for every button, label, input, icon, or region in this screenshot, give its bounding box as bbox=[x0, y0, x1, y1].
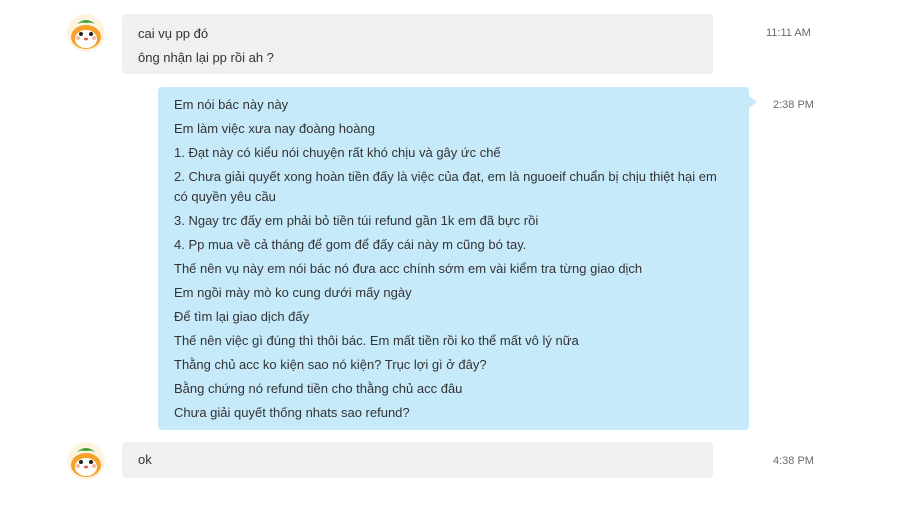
message-line: Thế nên vụ này em nói bác nó đưa acc chí… bbox=[174, 261, 643, 276]
incoming-message-bubble[interactable]: cai vụ pp đó ông nhận lại pp rồi ah ? bbox=[122, 14, 713, 74]
message-line: ok bbox=[138, 452, 152, 467]
message-line: 1. Đạt này có kiểu nói chuyện rất khó ch… bbox=[174, 145, 501, 160]
message-line: 4. Pp mua về cả tháng để gom để đấy cái … bbox=[174, 237, 527, 252]
message-line: Em ngồi mày mò ko cung dưới mấy ngày bbox=[174, 285, 412, 300]
chat-conversation: cai vụ pp đó ông nhận lại pp rồi ah ? 11… bbox=[0, 0, 915, 509]
incoming-message-bubble[interactable]: ok bbox=[122, 442, 713, 478]
hamster-avatar-icon bbox=[67, 442, 105, 480]
message-line: 3. Ngay trc đấy em phải bỏ tiền túi refu… bbox=[174, 213, 539, 228]
message-line: ông nhận lại pp rồi ah ? bbox=[138, 50, 274, 65]
message-line: cai vụ pp đó bbox=[138, 26, 209, 41]
message-line: 2. Chưa giải quyết xong hoàn tiền đấy là… bbox=[174, 169, 717, 204]
message-line: Bằng chứng nó refund tiền cho thằng chủ … bbox=[174, 381, 463, 396]
message-line: Chưa giải quyết thống nhats sao refund? bbox=[174, 405, 410, 420]
message-line: Thằng chủ acc ko kiện sao nó kiện? Trục … bbox=[174, 357, 487, 372]
message-timestamp: 11:11 AM bbox=[766, 27, 811, 39]
outgoing-bubble-tail bbox=[749, 96, 757, 108]
message-line: Em làm việc xưa nay đoàng hoàng bbox=[174, 121, 375, 136]
hamster-avatar[interactable] bbox=[67, 442, 105, 480]
outgoing-message-bubble[interactable]: Em nói bác này này Em làm việc xưa nay đ… bbox=[158, 87, 749, 430]
message-line: Thế nên việc gì đúng thì thôi bác. Em mấ… bbox=[174, 333, 579, 348]
message-line: Em nói bác này này bbox=[174, 97, 289, 112]
message-timestamp: 2:38 PM bbox=[773, 99, 814, 111]
hamster-avatar-icon bbox=[67, 14, 105, 52]
message-line: Để tìm lại giao dịch đấy bbox=[174, 309, 310, 324]
hamster-avatar[interactable] bbox=[67, 14, 105, 52]
message-timestamp: 4:38 PM bbox=[773, 455, 814, 467]
